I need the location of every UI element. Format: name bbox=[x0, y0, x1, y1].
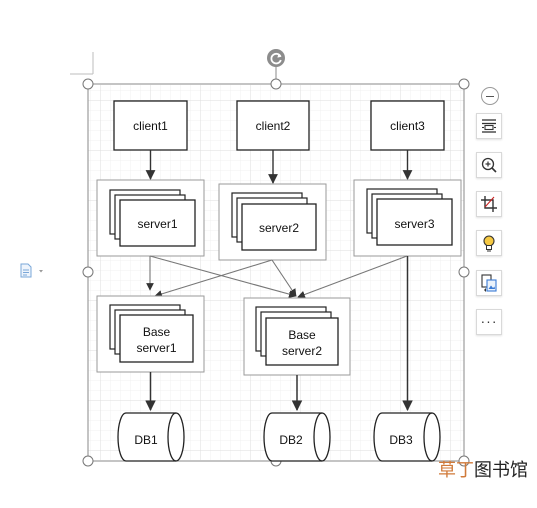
page-corner-marks bbox=[70, 52, 94, 75]
zoom-in-icon bbox=[481, 157, 497, 173]
client-node-1[interactable]: client1 bbox=[113, 100, 188, 151]
server-group-2[interactable]: server2 bbox=[218, 183, 327, 261]
database-label-1: DB1 bbox=[134, 433, 158, 447]
server-group-3[interactable]: server3 bbox=[353, 179, 462, 257]
idea-button[interactable] bbox=[476, 230, 502, 256]
base-server-label-1-line1: Base bbox=[143, 325, 171, 339]
more-options-button[interactable]: ··· bbox=[476, 309, 502, 335]
server-label-1: server1 bbox=[137, 217, 177, 231]
database-label-3: DB3 bbox=[389, 433, 413, 447]
crop-icon bbox=[481, 196, 497, 212]
watermark-text: 图书馆 bbox=[474, 460, 528, 480]
client-label-2: client2 bbox=[256, 119, 291, 133]
server-label-3: server3 bbox=[394, 217, 434, 231]
minus-icon[interactable] bbox=[481, 87, 499, 105]
lightbulb-icon bbox=[483, 235, 495, 252]
base-server-label-1-line2: server1 bbox=[136, 341, 176, 355]
base-server-group-2[interactable]: Base server2 bbox=[243, 297, 351, 376]
database-db3[interactable]: DB3 bbox=[373, 412, 441, 462]
base-server-label-2-line2: server2 bbox=[282, 344, 322, 358]
client-label-3: client3 bbox=[390, 119, 425, 133]
client-label-1: client1 bbox=[133, 119, 168, 133]
handle-top-left[interactable] bbox=[82, 78, 94, 90]
database-label-2: DB2 bbox=[279, 433, 303, 447]
more-options-label: ··· bbox=[480, 313, 498, 329]
watermark-accent-text: 草丁 bbox=[438, 460, 474, 480]
document-icon[interactable] bbox=[19, 263, 49, 279]
handle-middle-left[interactable] bbox=[82, 266, 94, 278]
text-wrap-icon bbox=[482, 119, 496, 133]
rotate-icon[interactable] bbox=[267, 49, 285, 67]
base-server-group-1[interactable]: Base server1 bbox=[96, 295, 205, 373]
database-db2[interactable]: DB2 bbox=[263, 412, 331, 462]
watermark: 草丁图书馆 bbox=[438, 456, 534, 480]
client-node-3[interactable]: client3 bbox=[370, 100, 445, 151]
canvas-stage: client1 client2 client3 server1 server2 … bbox=[0, 0, 537, 503]
client-node-2[interactable]: client2 bbox=[236, 100, 310, 151]
handle-top-middle[interactable] bbox=[270, 78, 282, 90]
zoom-in-button[interactable] bbox=[476, 152, 502, 178]
crop-button[interactable] bbox=[476, 191, 502, 217]
server-label-2: server2 bbox=[259, 221, 299, 235]
handle-top-right[interactable] bbox=[458, 78, 470, 90]
database-db1[interactable]: DB1 bbox=[117, 412, 185, 462]
server-group-1[interactable]: server1 bbox=[96, 179, 205, 257]
base-server-label-2-line1: Base bbox=[288, 328, 316, 342]
handle-bottom-left[interactable] bbox=[82, 455, 94, 467]
handle-middle-right[interactable] bbox=[458, 266, 470, 278]
export-image-button[interactable] bbox=[476, 270, 502, 296]
text-wrap-button[interactable] bbox=[476, 113, 502, 139]
export-image-icon bbox=[481, 274, 497, 292]
diagram-canvas[interactable]: client1 client2 client3 server1 server2 … bbox=[0, 0, 537, 503]
